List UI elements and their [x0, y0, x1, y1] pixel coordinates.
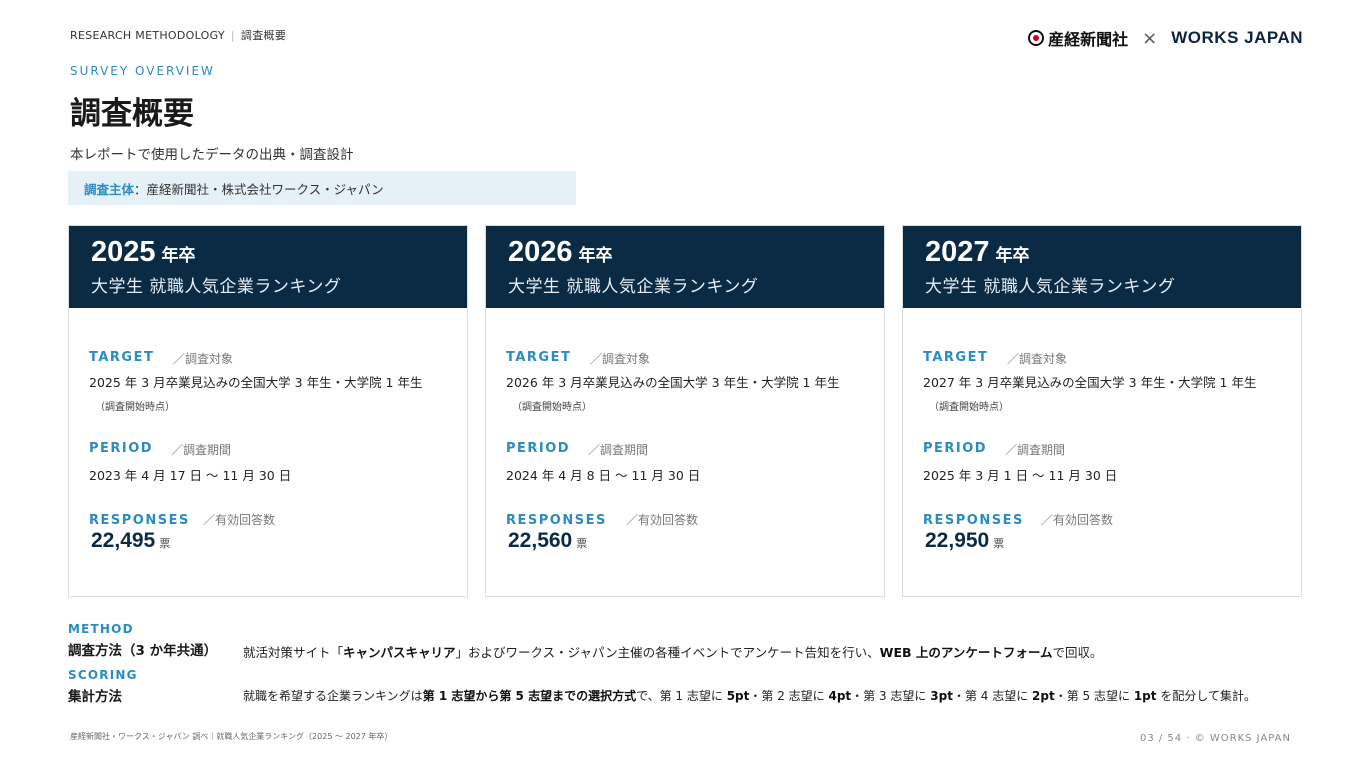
method-desc-text: 就活対策サイト「	[243, 645, 344, 660]
scoring-desc-emphasis: 1pt	[1133, 689, 1157, 703]
method-desc-emphasis: キャンパスキャリア	[343, 645, 456, 660]
scoring-desc-emphasis: 第 1 志望から第 5 志望までの選択方式	[422, 689, 637, 703]
responses-value: 22,495	[91, 529, 156, 552]
target-note: （調査開始時点）	[512, 402, 592, 413]
card-subtitle: 大学生 就職人気企業ランキング	[925, 277, 1176, 297]
period-label-ja: ／調査期間	[1005, 443, 1066, 457]
survey-card-2027: 2027 年卒 大学生 就職人気企業ランキング TARGET ／調査対象 2027…	[902, 225, 1302, 597]
organizer-box: 調査主体 ：産経新聞社・株式会社ワークス・ジャパン	[68, 171, 576, 205]
scoring-desc-text: ・第 4 志望に	[952, 689, 1033, 703]
responses-value-wrap: 22,495 票	[91, 529, 170, 553]
responses-label-ja: ／有効回答数	[1041, 513, 1114, 527]
scoring-desc-text: を配分して集計。	[1156, 689, 1256, 703]
responses-label: RESPONSES	[506, 513, 607, 528]
sankei-logo-text: 産経新聞社	[1048, 30, 1129, 49]
scoring-desc-text: ・第 2 志望に	[749, 689, 829, 703]
works-japan-logo: WORKS JAPAN	[1171, 28, 1303, 47]
method-description: 就活対策サイト「キャンパスキャリア」およびワークス・ジャパン主催の各種イベントで…	[243, 642, 1103, 661]
target-note: （調査開始時点）	[95, 402, 175, 413]
target-value: 2025 年 3 月卒業見込みの全国大学 3 年生・大学院 1 年生	[89, 375, 423, 390]
scoring-section: SCORING 集計方法	[68, 668, 138, 705]
scoring-ja-label: 集計方法	[68, 689, 122, 705]
responses-label: RESPONSES	[923, 513, 1024, 528]
eyebrow: SURVEY OVERVIEW	[70, 64, 215, 78]
scoring-desc-text: ・第 3 志望に	[851, 689, 931, 703]
organizer-label: 調査主体	[84, 181, 135, 197]
logo-cross: ×	[1142, 27, 1158, 49]
partner-logos: 産経新聞社 × WORKS JAPAN	[1028, 26, 1303, 50]
card-year: 2026	[508, 236, 573, 268]
responses-label-ja: ／有効回答数	[626, 513, 699, 527]
scoring-description: 就職を希望する企業ランキングは第 1 志望から第 5 志望までの選択方式で、第 …	[243, 687, 1256, 704]
card-subtitle: 大学生 就職人気企業ランキング	[508, 277, 759, 297]
period-value: 2025 年 3 月 1 日 ～ 11 月 30 日	[923, 468, 1118, 483]
target-value: 2027 年 3 月卒業見込みの全国大学 3 年生・大学院 1 年生	[923, 375, 1257, 390]
scoring-desc-emphasis: 5pt	[726, 689, 750, 703]
method-section: METHOD 調査方法（3 か年共通）	[68, 622, 217, 659]
breadcrumb-separator: |	[230, 28, 235, 42]
organizer-value: ：産経新聞社・株式会社ワークス・ジャパン	[134, 181, 384, 197]
card-header: 2025 年卒 大学生 就職人気企業ランキング	[69, 226, 467, 308]
target-label-ja: ／調査対象	[173, 352, 234, 366]
responses-label-ja: ／有効回答数	[203, 513, 276, 527]
target-label-ja: ／調査対象	[590, 352, 651, 366]
scoring-desc-text: 就職を希望する企業ランキングは	[243, 689, 423, 703]
breadcrumb: RESEARCH METHODOLOGY | 調査概要	[70, 27, 286, 43]
card-year-suffix: 年卒	[995, 246, 1030, 266]
method-desc-text: で回収。	[1052, 645, 1103, 660]
responses-value-wrap: 22,950 票	[925, 529, 1004, 553]
responses-unit: 票	[576, 537, 588, 550]
scoring-desc-emphasis: 2pt	[1032, 689, 1055, 703]
breadcrumb-ja: 調査概要	[240, 29, 287, 42]
scoring-desc-emphasis: 4pt	[828, 689, 852, 703]
page-title: 調査概要	[70, 96, 194, 132]
method-en-label: METHOD	[68, 622, 134, 636]
card-year-suffix: 年卒	[161, 246, 196, 266]
responses-value: 22,950	[925, 529, 990, 552]
period-label-ja: ／調査期間	[171, 443, 232, 457]
card-subtitle: 大学生 就職人気企業ランキング	[91, 277, 342, 297]
responses-value-wrap: 22,560 票	[508, 529, 587, 553]
scoring-desc-text: ・第 5 志望に	[1054, 689, 1134, 703]
survey-card-2026: 2026 年卒 大学生 就職人気企業ランキング TARGET ／調査対象 2026…	[485, 225, 885, 597]
card-year: 2025	[91, 236, 156, 268]
responses-label: RESPONSES	[89, 513, 190, 528]
period-label: PERIOD	[923, 441, 988, 456]
scoring-en-label: SCORING	[68, 668, 138, 682]
card-header: 2027 年卒 大学生 就職人気企業ランキング	[903, 226, 1301, 308]
method-desc-emphasis: WEB 上のアンケートフォーム	[879, 645, 1053, 660]
period-value: 2024 年 4 月 8 日 ～ 11 月 30 日	[506, 468, 701, 483]
target-label: TARGET	[89, 350, 155, 365]
sankei-mark-icon	[1028, 30, 1045, 46]
sankei-logo: 産経新聞社	[1028, 26, 1128, 50]
period-label: PERIOD	[506, 441, 571, 456]
target-label: TARGET	[506, 350, 572, 365]
target-note: （調査開始時点）	[929, 402, 1009, 413]
card-year-suffix: 年卒	[578, 246, 613, 266]
method-desc-text: 」およびワークス・ジャパン主催の各種イベントでアンケート告知を行い、	[455, 645, 880, 660]
responses-unit: 票	[993, 537, 1005, 550]
target-label: TARGET	[923, 350, 989, 365]
period-value: 2023 年 4 月 17 日 ～ 11 月 30 日	[89, 468, 292, 483]
survey-card-2025: 2025 年卒 大学生 就職人気企業ランキング TARGET ／調査対象 2025…	[68, 225, 468, 597]
responses-value: 22,560	[508, 529, 573, 552]
target-label-ja: ／調査対象	[1007, 352, 1068, 366]
card-header: 2026 年卒 大学生 就職人気企業ランキング	[486, 226, 884, 308]
footer-page-number: 03 / 54 · © WORKS JAPAN	[1139, 733, 1291, 744]
scoring-desc-text: で、第 1 志望に	[636, 689, 727, 703]
breadcrumb-en: RESEARCH METHODOLOGY	[70, 28, 225, 42]
card-year: 2027	[925, 236, 990, 268]
responses-unit: 票	[159, 537, 171, 550]
scoring-desc-emphasis: 3pt	[930, 689, 953, 703]
target-value: 2026 年 3 月卒業見込みの全国大学 3 年生・大学院 1 年生	[506, 375, 840, 390]
period-label: PERIOD	[89, 441, 154, 456]
period-label-ja: ／調査期間	[588, 443, 649, 457]
method-ja-label: 調査方法（3 か年共通）	[68, 643, 218, 659]
page-subtitle: 本レポートで使用したデータの出典・調査設計	[70, 147, 354, 163]
footer-source: 産経新聞社・ワークス・ジャパン 調べ｜就職人気企業ランキング（2025 ～ 20…	[70, 732, 393, 741]
